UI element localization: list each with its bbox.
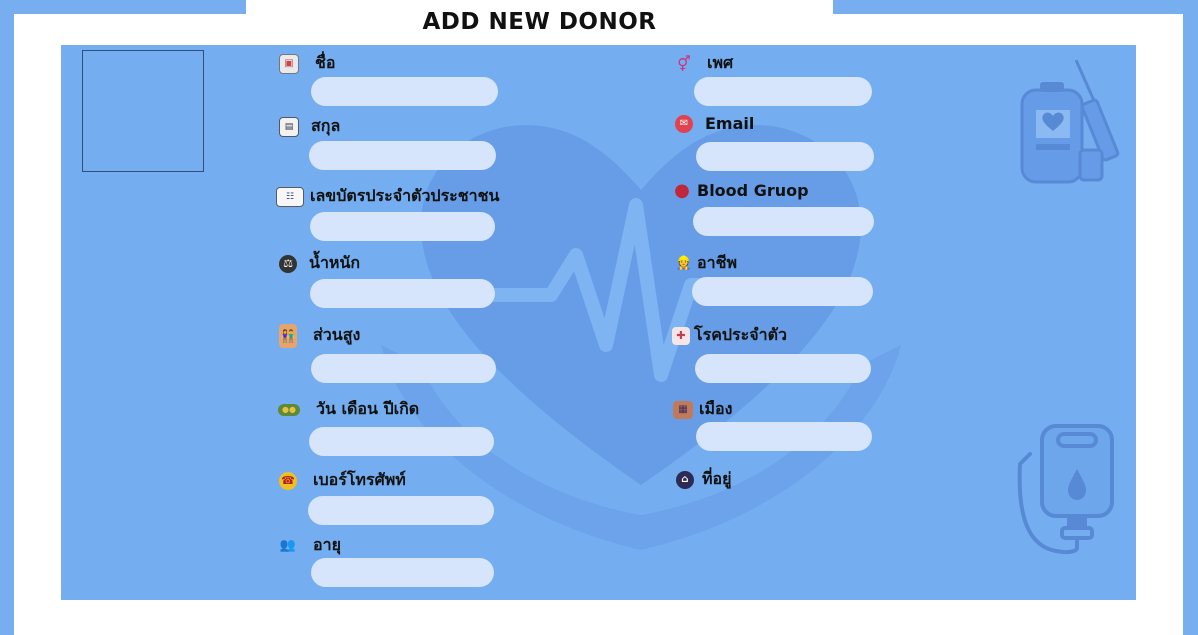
blood-group-input[interactable] bbox=[693, 207, 874, 236]
label-medical-condition: ✚ โรคประจำตัว bbox=[672, 323, 787, 348]
age-input[interactable] bbox=[311, 558, 494, 587]
email-icon: ✉ bbox=[675, 114, 693, 133]
weight-scale-icon: ⚖ bbox=[279, 254, 297, 273]
label-city: ▦ เมือง bbox=[673, 397, 732, 422]
height-input[interactable] bbox=[311, 354, 496, 383]
age-people-icon: 👥 bbox=[279, 538, 297, 553]
home-location-icon: ⌂ bbox=[676, 470, 694, 489]
label-address: ⌂ ที่อยู่ bbox=[676, 467, 732, 492]
label-citizen-id: ☷ เลขบัตรประจำตัวประชาชน bbox=[276, 184, 499, 209]
label-phone: ☎ เบอร์โทรศัพท์ bbox=[279, 468, 406, 493]
page-title: ADD NEW DONOR bbox=[422, 9, 657, 35]
medical-condition-input[interactable] bbox=[695, 354, 871, 383]
iv-bag-icon bbox=[1017, 424, 1114, 555]
people-height-icon: 👫 bbox=[279, 323, 297, 348]
id-badge-icon: ▣ bbox=[279, 53, 299, 74]
email-input[interactable] bbox=[696, 142, 874, 171]
label-first-name: ▣ ชื่อ bbox=[279, 51, 335, 76]
id-card-icon: ▤ bbox=[279, 116, 299, 137]
label-email: ✉ Email bbox=[675, 114, 754, 133]
medical-condition-icon: ✚ bbox=[672, 326, 690, 345]
gender-input[interactable] bbox=[694, 77, 872, 106]
phone-icon: ☎ bbox=[279, 471, 297, 490]
label-age: 👥 อายุ bbox=[279, 535, 341, 554]
occupation-input[interactable] bbox=[692, 277, 873, 306]
birthdate-input[interactable] bbox=[309, 427, 494, 456]
title-tab: ADD NEW DONOR bbox=[246, 0, 833, 44]
label-blood-group: ● Blood Gruop bbox=[674, 180, 809, 201]
last-name-input[interactable] bbox=[309, 141, 496, 170]
label-birthdate: ●● วัน เดือน ปีเกิด bbox=[278, 397, 419, 422]
blood-drop-icon: ● bbox=[674, 180, 690, 201]
donor-photo-box[interactable] bbox=[82, 50, 204, 172]
citizen-id-input[interactable] bbox=[310, 212, 495, 241]
label-occupation: 👷 อาชีพ bbox=[675, 253, 737, 272]
weight-input[interactable] bbox=[310, 279, 495, 308]
first-name-input[interactable] bbox=[311, 77, 498, 106]
birthday-icon: ●● bbox=[278, 403, 300, 416]
label-height: 👫 ส่วนสูง bbox=[279, 323, 360, 348]
citizen-card-icon: ☷ bbox=[276, 186, 304, 207]
label-weight: ⚖ น้ำหนัก bbox=[279, 251, 360, 276]
gender-icon: ⚥ bbox=[677, 54, 691, 73]
blood-bag-syringe-icon bbox=[1020, 60, 1120, 184]
phone-input[interactable] bbox=[308, 496, 494, 525]
occupation-icon: 👷 bbox=[675, 256, 693, 271]
label-last-name: ▤ สกุล bbox=[279, 114, 340, 139]
city-input[interactable] bbox=[696, 422, 872, 451]
form-panel bbox=[61, 45, 1136, 600]
city-icon: ▦ bbox=[673, 400, 693, 419]
label-gender: ⚥ เพศ bbox=[675, 51, 733, 76]
panel-notch bbox=[1136, 106, 1146, 600]
